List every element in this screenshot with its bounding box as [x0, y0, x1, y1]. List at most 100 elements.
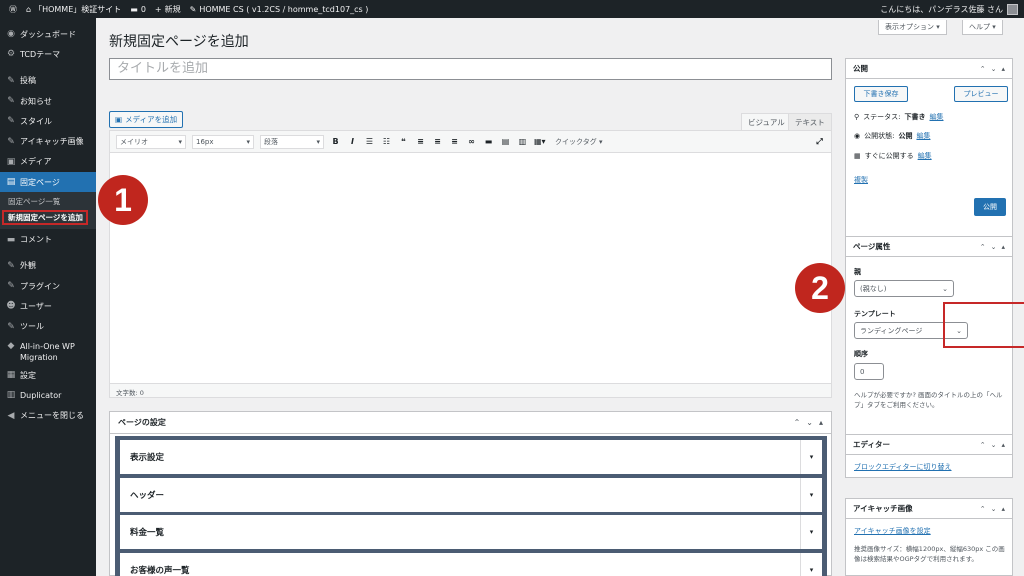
sidebar-item-style[interactable]: ✎ スタイル [0, 111, 96, 131]
table-icon[interactable]: ▦▾ [534, 137, 546, 146]
collapse-icon[interactable]: ▴ [819, 418, 823, 427]
collapse-icon[interactable]: ▴ [1001, 243, 1005, 251]
parent-select[interactable]: (親なし) ⌄ [854, 280, 954, 297]
collapse-icon[interactable]: ▴ [1001, 441, 1005, 449]
visibility-edit-link[interactable]: 編集 [916, 131, 930, 141]
annotation-marker-2: 2 [795, 263, 845, 313]
sidebar-item-comments[interactable]: ▬ コメント [0, 229, 96, 249]
sidebar-item-label: Duplicator [20, 390, 62, 400]
bold-icon[interactable]: B [330, 137, 341, 146]
new-content-link[interactable]: + 新規 [155, 4, 181, 15]
sidebar-item-duplicator[interactable]: ▥ Duplicator [0, 385, 96, 405]
move-down-icon[interactable]: ⌄ [991, 65, 997, 73]
settings-row-testimonials[interactable]: お客様の声一覧 ▾ [120, 552, 822, 576]
link-icon[interactable]: ∞ [466, 137, 477, 146]
dropdown-arrow-icon[interactable]: ▾ [800, 440, 822, 474]
align-center-icon[interactable]: ≡ [432, 137, 443, 146]
collapse-icon[interactable]: ▴ [1001, 505, 1005, 513]
move-up-icon[interactable]: ⌃ [980, 441, 986, 449]
sidebar-item-tcd-theme[interactable]: ⚙ TCDテーマ [0, 44, 96, 64]
move-up-icon[interactable]: ⌃ [980, 65, 986, 73]
collapse-menu-button[interactable]: ◀ メニューを閉じる [0, 405, 96, 425]
title-input[interactable]: タイトルを追加 [109, 58, 832, 80]
sidebar-item-settings[interactable]: ▦ 設定 [0, 365, 96, 385]
settings-row-display[interactable]: 表示設定 ▾ [120, 440, 822, 474]
users-icon: ☻ [6, 301, 16, 312]
submenu-pages-list[interactable]: 固定ページ一覧 [0, 194, 96, 210]
dropdown-arrow-icon[interactable]: ▾ [800, 477, 822, 512]
preview-button[interactable]: プレビュー [954, 86, 1008, 102]
brush-icon: ✎ [189, 4, 197, 14]
bullet-list-icon[interactable]: ☰ [364, 137, 375, 146]
move-down-icon[interactable]: ⌄ [991, 441, 997, 449]
move-up-icon[interactable]: ⌃ [794, 418, 801, 427]
tab-visual[interactable]: ビジュアル [741, 113, 792, 130]
media-icon: ▣ [115, 115, 123, 124]
chevron-down-icon: ▾ [246, 137, 250, 146]
save-draft-button[interactable]: 下書き保存 [854, 86, 908, 102]
sidebar-item-media[interactable]: ▣ メディア [0, 152, 96, 172]
numbered-list-icon[interactable]: ☷ [381, 137, 392, 146]
dropdown-arrow-icon[interactable]: ▾ [800, 552, 822, 576]
sidebar-item-users[interactable]: ☻ ユーザー [0, 296, 96, 316]
italic-icon[interactable]: I [347, 137, 358, 146]
submenu-add-new-page[interactable]: 新規固定ページを追加 [2, 210, 88, 226]
move-up-icon[interactable]: ⌃ [980, 505, 986, 513]
dropdown-arrow-icon[interactable]: ▾ [800, 515, 822, 549]
status-line: ⚲ ステータス: 下書き 編集 [854, 112, 944, 122]
content-editor[interactable]: メイリオ ▾ 16px ▾ 段落 ▾ B I ☰ ☷ ❝ ≡ ≡ ≡ ∞ ▬ ▤ ▥ … [109, 130, 832, 398]
sidebar-item-tools[interactable]: ✎ ツール [0, 317, 96, 337]
account-menu[interactable]: こんにちは、パンデラス佐藤 さん [880, 3, 1018, 15]
sidebar-item-plugins[interactable]: ✎ プラグイン [0, 276, 96, 296]
eye-icon: ◉ [854, 132, 861, 140]
help-button[interactable]: ヘルプ ▾ [962, 20, 1003, 35]
move-down-icon[interactable]: ⌄ [991, 505, 997, 513]
duplicate-link[interactable]: 複製 [854, 175, 868, 185]
add-media-button[interactable]: ▣ メディアを追加 [109, 111, 184, 128]
settings-row-label: 料金一覧 [130, 528, 165, 538]
media-icon: ▣ [6, 156, 16, 167]
format-select[interactable]: 段落 ▾ [260, 134, 324, 149]
move-down-icon[interactable]: ⌄ [806, 418, 813, 427]
template-highlight-frame [943, 302, 1024, 348]
schedule-edit-link[interactable]: 編集 [918, 151, 932, 161]
block-editor-link[interactable]: ブロックエディターに切り替え [854, 462, 952, 472]
calendar-icon: ▦ [854, 152, 861, 160]
set-eyecatch-link[interactable]: アイキャッチ画像を設定 [854, 526, 931, 536]
sidebar-item-posts[interactable]: ✎ 投稿 [0, 71, 96, 91]
screen-options-button[interactable]: 表示オプション ▾ [878, 20, 947, 35]
site-name-link[interactable]: ⌂ 「HOMME」検証サイト [26, 4, 121, 15]
theme-link[interactable]: ✎ HOMME CS ( v1.2CS / homme_tcd107_cs ) [190, 5, 369, 14]
order-input[interactable]: 0 [854, 363, 884, 380]
font-family-select[interactable]: メイリオ ▾ [116, 134, 186, 149]
quicktag-dropdown[interactable]: クイックタグ ▾ [555, 137, 602, 147]
move-up-icon[interactable]: ⌃ [980, 243, 986, 251]
sidebar-item-pages[interactable]: ▤ 固定ページ [0, 172, 96, 193]
horizontal-line-icon[interactable]: ▬ [483, 137, 494, 146]
tab-text[interactable]: テキスト [788, 113, 832, 130]
sidebar-item-migration[interactable]: ◆ All-in-One WP Migration [0, 337, 96, 365]
move-down-icon[interactable]: ⌄ [991, 243, 997, 251]
align-right-icon[interactable]: ≡ [449, 137, 460, 146]
publish-button[interactable]: 公開 [974, 198, 1006, 216]
comments-link[interactable]: ▬ 0 [130, 5, 146, 14]
sidebar-item-label: ダッシュボード [20, 29, 76, 39]
paste-icon[interactable]: ▥ [517, 137, 528, 146]
chevron-down-icon: ▾ [178, 137, 182, 146]
sidebar-item-eyecatch[interactable]: ✎ アイキャッチ画像 [0, 131, 96, 151]
sidebar-item-label: 設定 [20, 370, 36, 380]
blockquote-icon[interactable]: ❝ [398, 137, 409, 146]
settings-row-header[interactable]: ヘッダー ▾ [120, 477, 822, 512]
more-tag-icon[interactable]: ▤ [500, 137, 511, 146]
settings-row-price-list[interactable]: 料金一覧 ▾ [120, 515, 822, 549]
status-edit-link[interactable]: 編集 [930, 112, 944, 122]
migration-label-line-2: Migration [20, 352, 58, 362]
font-size-select[interactable]: 16px ▾ [192, 134, 254, 149]
fullscreen-icon[interactable]: ⤢ [814, 137, 825, 147]
collapse-icon[interactable]: ▴ [1001, 65, 1005, 73]
sidebar-item-dashboard[interactable]: ◉ ダッシュボード [0, 24, 96, 44]
sidebar-item-appearance[interactable]: ✎ 外観 [0, 256, 96, 276]
wordpress-logo-icon[interactable]: Ⓦ [9, 4, 17, 15]
align-left-icon[interactable]: ≡ [415, 137, 426, 146]
sidebar-item-news[interactable]: ✎ お知らせ [0, 91, 96, 111]
